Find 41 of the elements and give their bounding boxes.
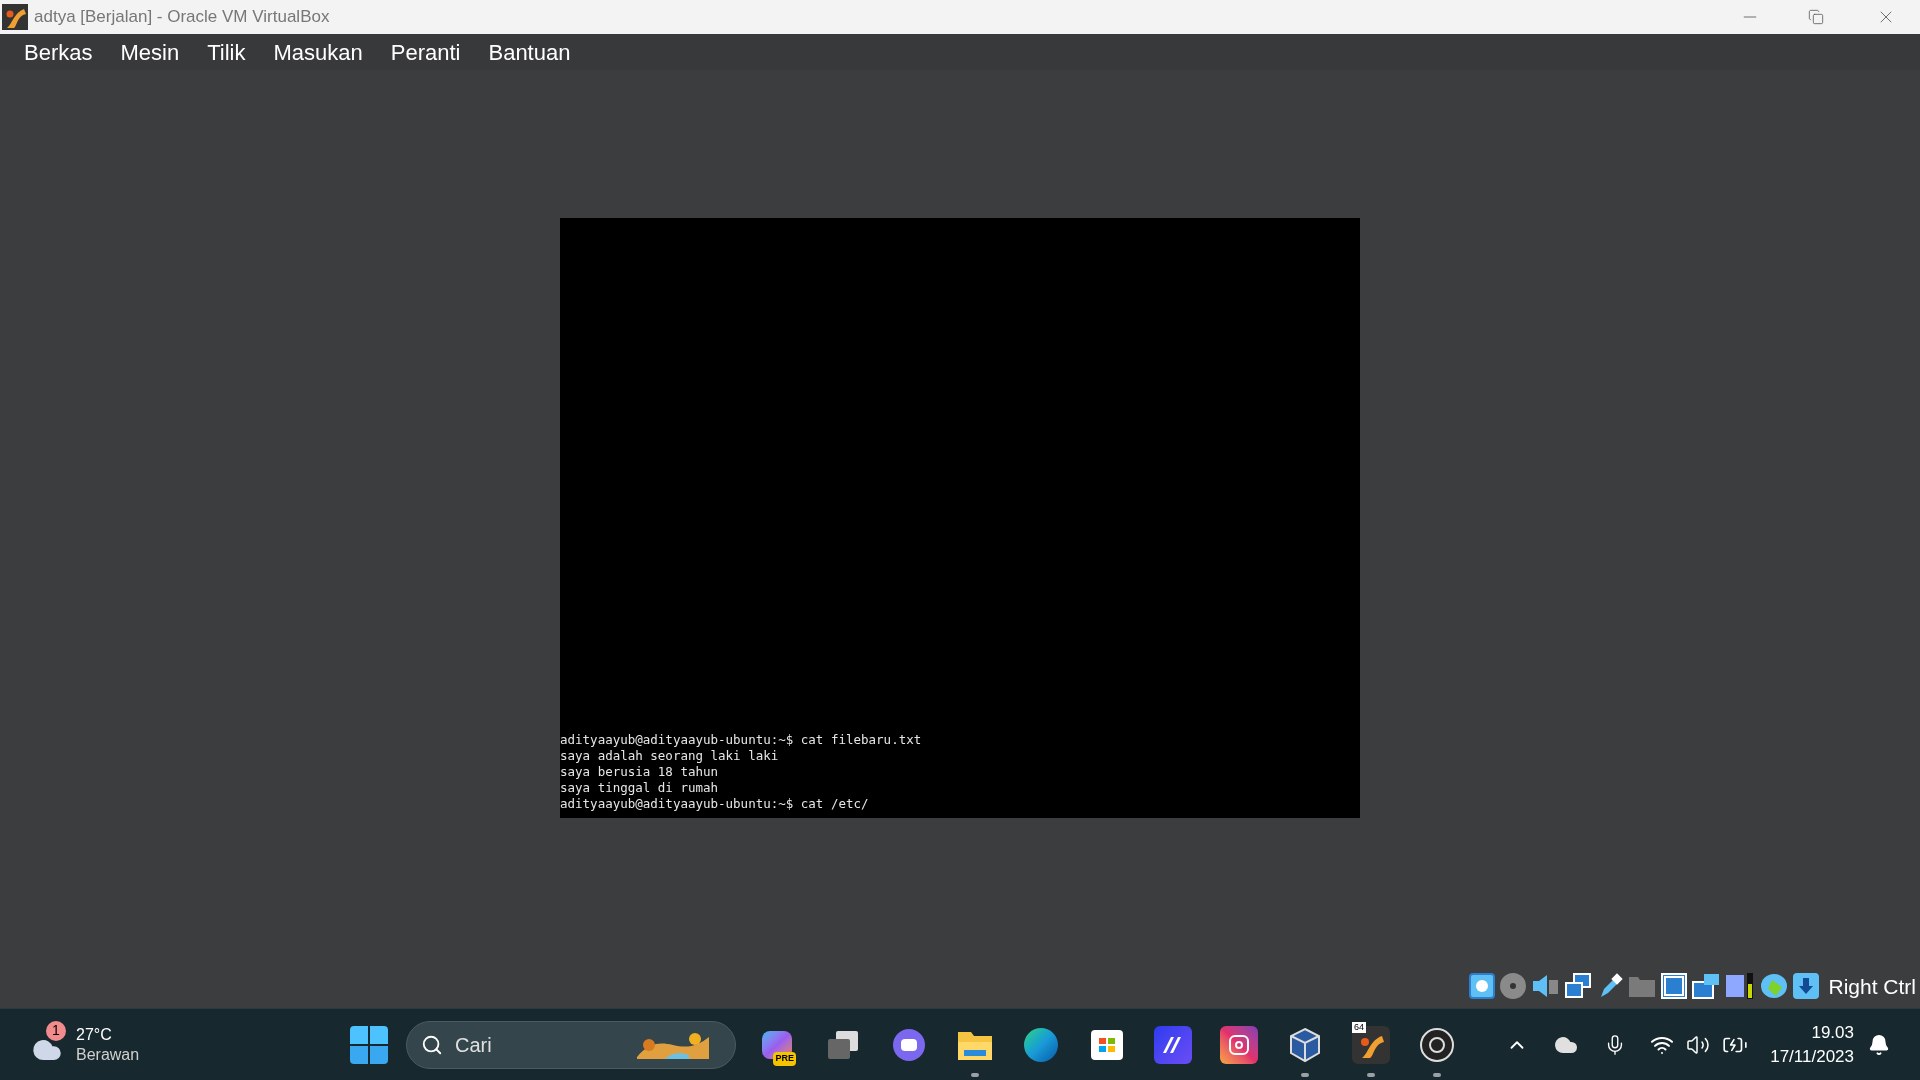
monitor-icon[interactable] <box>1661 973 1688 1000</box>
running-indicator <box>1433 1072 1441 1077</box>
mouse-integration-icon[interactable] <box>1760 972 1789 1001</box>
clock-time: 19.03 <box>1811 1021 1854 1044</box>
terminal-line: saya adalah seorang laki laki <box>560 748 780 764</box>
menu-item[interactable]: Bantuan <box>474 35 585 69</box>
restore-icon[interactable] <box>1808 9 1824 25</box>
terminal-line: adityaayub@adityaayub-ubuntu:~$ cat /etc/ <box>560 796 870 812</box>
search-bar[interactable]: Cari <box>406 1020 736 1069</box>
menu-item[interactable]: Peranti <box>376 35 475 69</box>
window-title: adtya [Berjalan] - Oracle VM VirtualBox <box>34 6 330 29</box>
clock[interactable]: 19.03 17/11/2023 <box>1770 1020 1854 1069</box>
temperature: 27°C <box>76 1024 113 1045</box>
terminal-line: saya tinggal di rumah <box>560 780 720 796</box>
running-indicator <box>1367 1072 1375 1077</box>
notification-badge: 1 <box>46 1020 66 1041</box>
bitness-badge: 64 <box>1352 1021 1366 1033</box>
host-key-label: Right Ctrl <box>1828 973 1916 1000</box>
clock-date: 17/11/2023 <box>1770 1045 1854 1068</box>
virtualbox-logo-icon <box>2 4 28 30</box>
menu-item[interactable]: Berkas <box>10 35 107 69</box>
virtualbox-app-tile[interactable]: 64 <box>1352 1025 1390 1064</box>
menu-item[interactable]: Masukan <box>259 35 377 69</box>
editor-icon[interactable] <box>1154 1025 1192 1064</box>
start-button[interactable] <box>350 1025 388 1064</box>
camera-screen-icon[interactable] <box>1692 973 1721 1000</box>
menu-item[interactable]: Mesin <box>106 35 194 69</box>
menu-item[interactable]: Tilik <box>193 35 260 69</box>
terminal-line: saya berusia 18 tahun <box>560 764 720 780</box>
terminal-line: adityaayub@adityaayub-ubuntu:~$ cat filebaru.txt <box>560 732 923 748</box>
search-icon <box>421 1033 443 1056</box>
running-indicator <box>971 1072 979 1077</box>
network-icon[interactable] <box>1564 973 1593 1000</box>
search-input[interactable]: Cari <box>455 1029 635 1060</box>
notification-bell-icon[interactable] <box>1868 1033 1890 1056</box>
camera-app-icon[interactable] <box>1220 1025 1258 1064</box>
speaker-icon[interactable] <box>1531 973 1560 1000</box>
preview-badge: PRE <box>773 1052 796 1066</box>
running-indicator <box>1301 1072 1309 1077</box>
weather-condition: Berawan <box>76 1044 140 1065</box>
cpu-meter-icon[interactable] <box>1725 972 1756 1001</box>
